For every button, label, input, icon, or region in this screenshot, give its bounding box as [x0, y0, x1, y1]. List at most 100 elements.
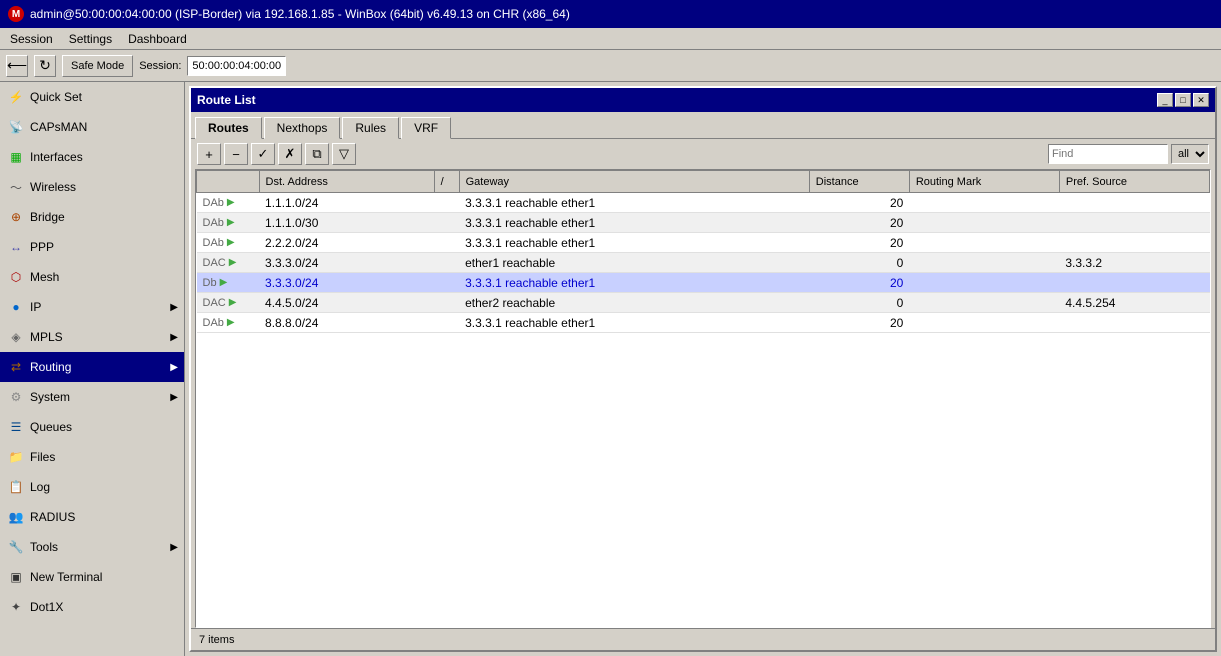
sidebar-item-ip[interactable]: ● IP ▶: [0, 292, 184, 322]
sidebar-item-dot1x[interactable]: ✦ Dot1X: [0, 592, 184, 622]
gateway-cell: ether2 reachable: [459, 293, 809, 313]
window-maximize-button[interactable]: □: [1175, 93, 1191, 107]
menu-bar: Session Settings Dashboard: [0, 28, 1221, 50]
menu-settings[interactable]: Settings: [63, 30, 118, 48]
files-icon: 📁: [8, 449, 24, 465]
sidebar-label-mesh: Mesh: [30, 270, 59, 284]
sidebar-item-system[interactable]: ⚙ System ▶: [0, 382, 184, 412]
gateway-cell: 3.3.3.1 reachable ether1: [459, 273, 809, 293]
sidebar-item-routing[interactable]: ⇄ Routing ▶: [0, 352, 184, 382]
table-row[interactable]: Db ▶ 3.3.3.0/243.3.3.1 reachable ether12…: [197, 273, 1210, 293]
filter-button[interactable]: ▽: [332, 143, 356, 165]
pref-source-cell: [1059, 233, 1209, 253]
distance-cell: 20: [809, 193, 909, 213]
window-minimize-button[interactable]: _: [1157, 93, 1173, 107]
table-row[interactable]: DAb ▶ 1.1.1.0/303.3.3.1 reachable ether1…: [197, 213, 1210, 233]
routing-mark-cell: [909, 193, 1059, 213]
refresh-button[interactable]: ↻: [34, 55, 56, 77]
routes-table-container: Dst. Address / Gateway Distance Routing …: [195, 169, 1211, 628]
dst-address-cell: 2.2.2.0/24: [259, 233, 434, 253]
sidebar-item-mpls[interactable]: ◈ MPLS ▶: [0, 322, 184, 352]
sidebar-item-ppp[interactable]: ↔ PPP: [0, 232, 184, 262]
gateway-link[interactable]: 3.3.3.1 reachable ether1: [465, 276, 595, 290]
copy-button[interactable]: ⧉: [305, 143, 329, 165]
sidebar-item-queues[interactable]: ☰ Queues: [0, 412, 184, 442]
sidebar-item-tools[interactable]: 🔧 Tools ▶: [0, 532, 184, 562]
pref-source-cell: [1059, 213, 1209, 233]
status-bar: 7 items: [191, 628, 1215, 650]
dst-link[interactable]: 3.3.3.0/24: [265, 276, 318, 290]
table-row[interactable]: DAb ▶ 8.8.8.0/243.3.3.1 reachable ether1…: [197, 313, 1210, 333]
mesh-icon: ⬡: [8, 269, 24, 285]
sidebar-label-tools: Tools: [30, 540, 58, 554]
flag-cell: DAb ▶: [197, 233, 260, 253]
col-gateway[interactable]: Gateway: [459, 171, 809, 193]
routing-mark-cell: [909, 233, 1059, 253]
sidebar-item-bridge[interactable]: ⊕ Bridge: [0, 202, 184, 232]
app-logo: M: [8, 6, 24, 22]
dst-address-cell: 4.4.5.0/24: [259, 293, 434, 313]
table-row[interactable]: DAC ▶ 3.3.3.0/24ether1 reachable03.3.3.2: [197, 253, 1210, 273]
flag-cell: DAC ▶: [197, 293, 260, 313]
col-flag[interactable]: [197, 171, 260, 193]
add-button[interactable]: +: [197, 143, 221, 165]
tab-rules[interactable]: Rules: [342, 117, 399, 139]
remove-button[interactable]: −: [224, 143, 248, 165]
distance-cell: 20: [809, 233, 909, 253]
window-close-button[interactable]: ✕: [1193, 93, 1209, 107]
menu-dashboard[interactable]: Dashboard: [122, 30, 193, 48]
col-sort[interactable]: /: [434, 171, 459, 193]
content-area: Route List _ □ ✕ Routes Nexthops Rules V…: [185, 82, 1221, 656]
enable-button[interactable]: ✓: [251, 143, 275, 165]
pref-source-cell: 4.4.5.254: [1059, 293, 1209, 313]
title-text: admin@50:00:00:04:00:00 (ISP-Border) via…: [30, 7, 570, 21]
sidebar-label-ppp: PPP: [30, 240, 54, 254]
sidebar-item-radius[interactable]: 👥 RADIUS: [0, 502, 184, 532]
distance-link[interactable]: 20: [890, 276, 903, 290]
tab-bar: Routes Nexthops Rules VRF: [191, 112, 1215, 139]
ip-icon: ●: [8, 299, 24, 315]
tab-nexthops[interactable]: Nexthops: [264, 117, 341, 139]
quickset-icon: ⚡: [8, 89, 24, 105]
tab-vrf[interactable]: VRF: [401, 117, 451, 139]
ppp-icon: ↔: [8, 239, 24, 255]
filter-select[interactable]: all: [1171, 144, 1209, 164]
sidebar-item-mesh[interactable]: ⬡ Mesh: [0, 262, 184, 292]
log-icon: 📋: [8, 479, 24, 495]
tab-routes[interactable]: Routes: [195, 117, 262, 139]
safemode-button[interactable]: Safe Mode: [62, 55, 133, 77]
col-routing-mark[interactable]: Routing Mark: [909, 171, 1059, 193]
routes-table: Dst. Address / Gateway Distance Routing …: [196, 170, 1210, 333]
sidebar-item-capsman[interactable]: 📡 CAPsMAN: [0, 112, 184, 142]
flag-cell: DAC ▶: [197, 253, 260, 273]
sidebar-item-newterminal[interactable]: ▣ New Terminal: [0, 562, 184, 592]
mpls-arrow: ▶: [170, 332, 178, 343]
sidebar-item-log[interactable]: 📋 Log: [0, 472, 184, 502]
col-pref-source[interactable]: Pref. Source: [1059, 171, 1209, 193]
sidebar-label-radius: RADIUS: [30, 510, 75, 524]
pref-source-cell: [1059, 193, 1209, 213]
dot1x-icon: ✦: [8, 599, 24, 615]
col-dst-address[interactable]: Dst. Address: [259, 171, 434, 193]
find-input[interactable]: [1048, 144, 1168, 164]
table-row[interactable]: DAb ▶ 1.1.1.0/243.3.3.1 reachable ether1…: [197, 193, 1210, 213]
sidebar-item-interfaces[interactable]: ▦ Interfaces: [0, 142, 184, 172]
distance-cell: 20: [809, 313, 909, 333]
window-title: Route List: [197, 93, 256, 107]
sidebar-label-dot1x: Dot1X: [30, 600, 63, 614]
sort-cell: [434, 253, 459, 273]
col-distance[interactable]: Distance: [809, 171, 909, 193]
sidebar-item-quickset[interactable]: ⚡ Quick Set: [0, 82, 184, 112]
sidebar-item-files[interactable]: 📁 Files: [0, 442, 184, 472]
disable-button[interactable]: ✗: [278, 143, 302, 165]
menu-session[interactable]: Session: [4, 30, 59, 48]
sidebar-label-mpls: MPLS: [30, 330, 63, 344]
table-row[interactable]: DAb ▶ 2.2.2.0/243.3.3.1 reachable ether1…: [197, 233, 1210, 253]
table-toolbar: + − ✓ ✗ ⧉ ▽ all: [191, 139, 1215, 169]
table-row[interactable]: DAC ▶ 4.4.5.0/24ether2 reachable04.4.5.2…: [197, 293, 1210, 313]
sidebar-label-quickset: Quick Set: [30, 90, 82, 104]
flag-cell: DAb ▶: [197, 313, 260, 333]
sidebar-item-wireless[interactable]: 〜 Wireless: [0, 172, 184, 202]
sort-cell: [434, 273, 459, 293]
back-button[interactable]: ⟵: [6, 55, 28, 77]
